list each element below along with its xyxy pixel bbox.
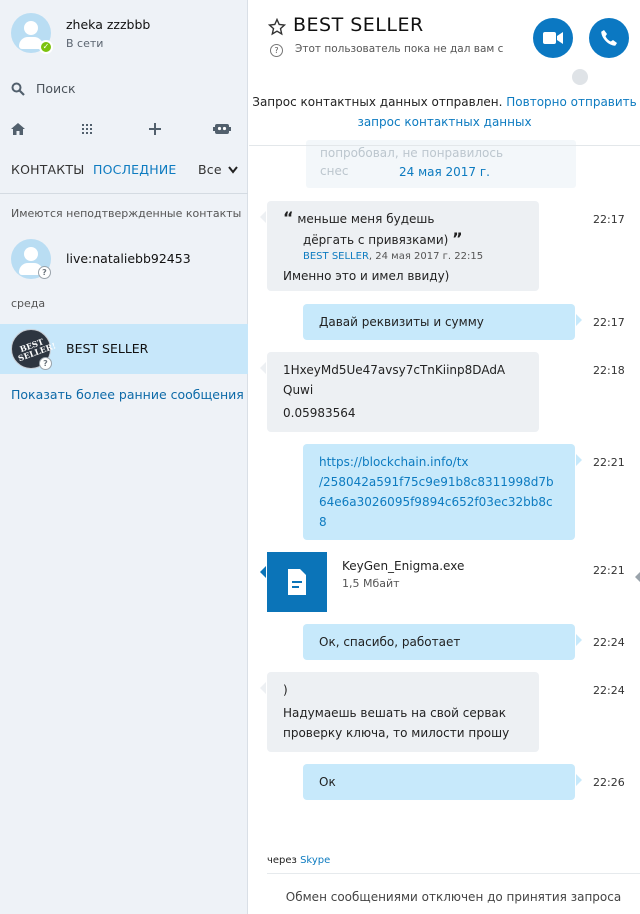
link-line[interactable]: https://blockchain.info/tx <box>319 452 559 472</box>
file-name[interactable]: KeyGen_Enigma.exe <box>342 559 464 573</box>
chat-header: BEST SELLER ? Этот пользователь пока не … <box>249 0 640 87</box>
faded-previous-message: попробовал, не понравилось снес <box>306 140 576 188</box>
message-text: 1HxeyMd5Ue47avsy7cTnKiinp8DAdA <box>283 363 506 377</box>
message-link[interactable]: https://blockchain.info/tx /258042a591f7… <box>319 452 559 532</box>
faded-line: попробовал, не понравилось <box>320 146 504 160</box>
info-icon: ? <box>270 44 283 57</box>
message-outgoing[interactable]: Давай реквизиты и сумму <box>303 304 582 340</box>
date-separator: 24 мая 2017 г. <box>399 165 490 179</box>
contact-item-natalie[interactable]: ? live:nataliebb92453 <box>0 234 248 284</box>
message-time: 22:26 <box>593 776 625 789</box>
message-incoming[interactable]: ) Надумаешь вешать на свой сервак провер… <box>260 672 539 752</box>
home-icon[interactable] <box>8 120 28 138</box>
quote-attribution: BEST SELLER, 24 мая 2017 г. 22:15 <box>283 250 523 264</box>
profile-avatar[interactable]: ✓ <box>11 13 53 54</box>
show-earlier-link[interactable]: Показать более ранние сообщения <box>11 387 244 402</box>
message-time: 22:17 <box>593 213 625 226</box>
day-label: среда <box>11 297 46 310</box>
message-text: Именно это и имел ввиду) <box>283 269 450 283</box>
filter-label: Все <box>198 162 222 177</box>
contact-name: BEST SELLER <box>66 341 149 356</box>
message-text: 0.05983564 <box>283 406 356 420</box>
via-text: через <box>267 855 297 866</box>
quoted-text: “ меньше меня будешь дёргать с привязкам… <box>283 208 523 250</box>
online-check-icon: ✓ <box>39 40 53 54</box>
quote-line: меньше меня будешь <box>297 212 435 226</box>
file-size: 1,5 Мбайт <box>342 577 400 590</box>
avatar: BEST SELLER! ? <box>11 329 57 370</box>
dialpad-icon[interactable] <box>77 120 97 138</box>
profile-status: В сети <box>66 37 104 50</box>
link-line[interactable]: 8 <box>319 512 559 532</box>
message-incoming[interactable]: “ меньше меня будешь дёргать с привязкам… <box>260 201 539 291</box>
audio-call-button[interactable] <box>589 18 629 58</box>
sidebar-toolbar <box>0 120 248 140</box>
video-call-button[interactable] <box>533 18 573 58</box>
contact-request-notice: Запрос контактных данных отправлен. Повт… <box>249 92 640 132</box>
search-box[interactable]: Поиск <box>11 80 241 98</box>
link-line[interactable]: /258042a591f75c9e91b8c8311998d7b <box>319 472 559 492</box>
file-attachment[interactable] <box>260 552 327 612</box>
resend-request-link-part2[interactable]: запрос контактных данных <box>357 115 531 129</box>
message-text: Ок <box>319 775 336 789</box>
search-icon <box>11 82 25 96</box>
tab-recent[interactable]: ПОСЛЕДНИЕ <box>93 162 176 177</box>
message-incoming[interactable]: 1HxeyMd5Ue47avsy7cTnKiinp8DAdA Quwi 0.05… <box>260 352 539 432</box>
link-line[interactable]: 64e6a3026095f9894c652f03ec32bb8c <box>319 492 559 512</box>
filter-dropdown[interactable]: Все <box>198 162 238 177</box>
message-time: 22:21 <box>593 456 625 469</box>
video-camera-icon <box>543 32 563 44</box>
message-time: 22:24 <box>593 684 625 697</box>
message-text: Надумаешь вешать на свой сервак <box>283 706 507 720</box>
divider <box>249 145 640 146</box>
divider <box>267 873 640 874</box>
star-icon[interactable] <box>268 18 286 36</box>
message-text: Давай реквизиты и сумму <box>319 315 484 329</box>
globe-icon <box>570 67 590 87</box>
search-label: Поиск <box>36 81 76 96</box>
sidebar-tabs: КОНТАКТЫ ПОСЛЕДНИЕ Все <box>0 160 248 182</box>
message-time: 22:18 <box>593 364 625 377</box>
chat-subtitle: Этот пользователь пока не дал вам с <box>295 43 504 55</box>
profile[interactable]: ✓ zheka zzzbbb В сети <box>11 13 241 54</box>
pending-status-icon: ? <box>39 357 52 370</box>
message-text: Quwi <box>283 383 314 397</box>
sidebar: ✓ zheka zzzbbb В сети Поиск КОНТАКТЫ ПОС… <box>0 0 248 914</box>
message-text: проверку ключа, то милости прошу <box>283 726 510 740</box>
quote-author[interactable]: BEST SELLER <box>303 251 369 262</box>
quote-close-icon: ” <box>452 229 463 248</box>
chat-title: BEST SELLER <box>293 14 424 36</box>
pending-status-icon: ? <box>38 266 51 279</box>
chevron-down-icon <box>228 166 238 174</box>
tab-contacts[interactable]: КОНТАКТЫ <box>11 162 84 177</box>
quote-date: , 24 мая 2017 г. 22:15 <box>368 251 484 262</box>
contact-item-best-seller[interactable]: BEST SELLER! ? BEST SELLER <box>0 324 248 374</box>
resend-request-link-part1[interactable]: Повторно отправить <box>506 95 636 109</box>
message-outgoing[interactable]: https://blockchain.info/tx /258042a591f7… <box>303 444 582 540</box>
avatar: ? <box>11 239 51 279</box>
message-outgoing[interactable]: Ок <box>303 764 582 800</box>
message-outgoing[interactable]: Ок, спасибо, работает <box>303 624 582 660</box>
quote-open-icon: “ <box>283 208 294 227</box>
message-text: Ок, спасибо, работает <box>319 635 461 649</box>
bot-icon[interactable] <box>212 120 232 138</box>
message-time: 22:21 <box>593 564 625 577</box>
unconfirmed-contacts-label: Имеются неподтвержденные контакты <box>11 207 242 220</box>
quote-line: дёргать с привязками) <box>303 233 449 247</box>
divider <box>0 193 248 194</box>
message-text: ) <box>283 683 288 697</box>
skype-link[interactable]: Skype <box>300 855 330 866</box>
notice-text: Запрос контактных данных отправлен. <box>252 95 503 109</box>
profile-name: zheka zzzbbb <box>66 17 151 32</box>
message-time: 22:17 <box>593 316 625 329</box>
phone-icon <box>601 30 617 46</box>
messaging-disabled-notice: Обмен сообщениями отключен до принятия з… <box>285 890 622 904</box>
message-time: 22:24 <box>593 636 625 649</box>
contact-name: live:nataliebb92453 <box>66 251 191 266</box>
via-label: через Skype <box>267 855 330 866</box>
scroll-arrow-icon[interactable] <box>635 572 640 582</box>
chat-panel: BEST SELLER ? Этот пользователь пока не … <box>249 0 640 914</box>
add-icon[interactable] <box>145 120 165 138</box>
document-icon <box>288 569 306 595</box>
